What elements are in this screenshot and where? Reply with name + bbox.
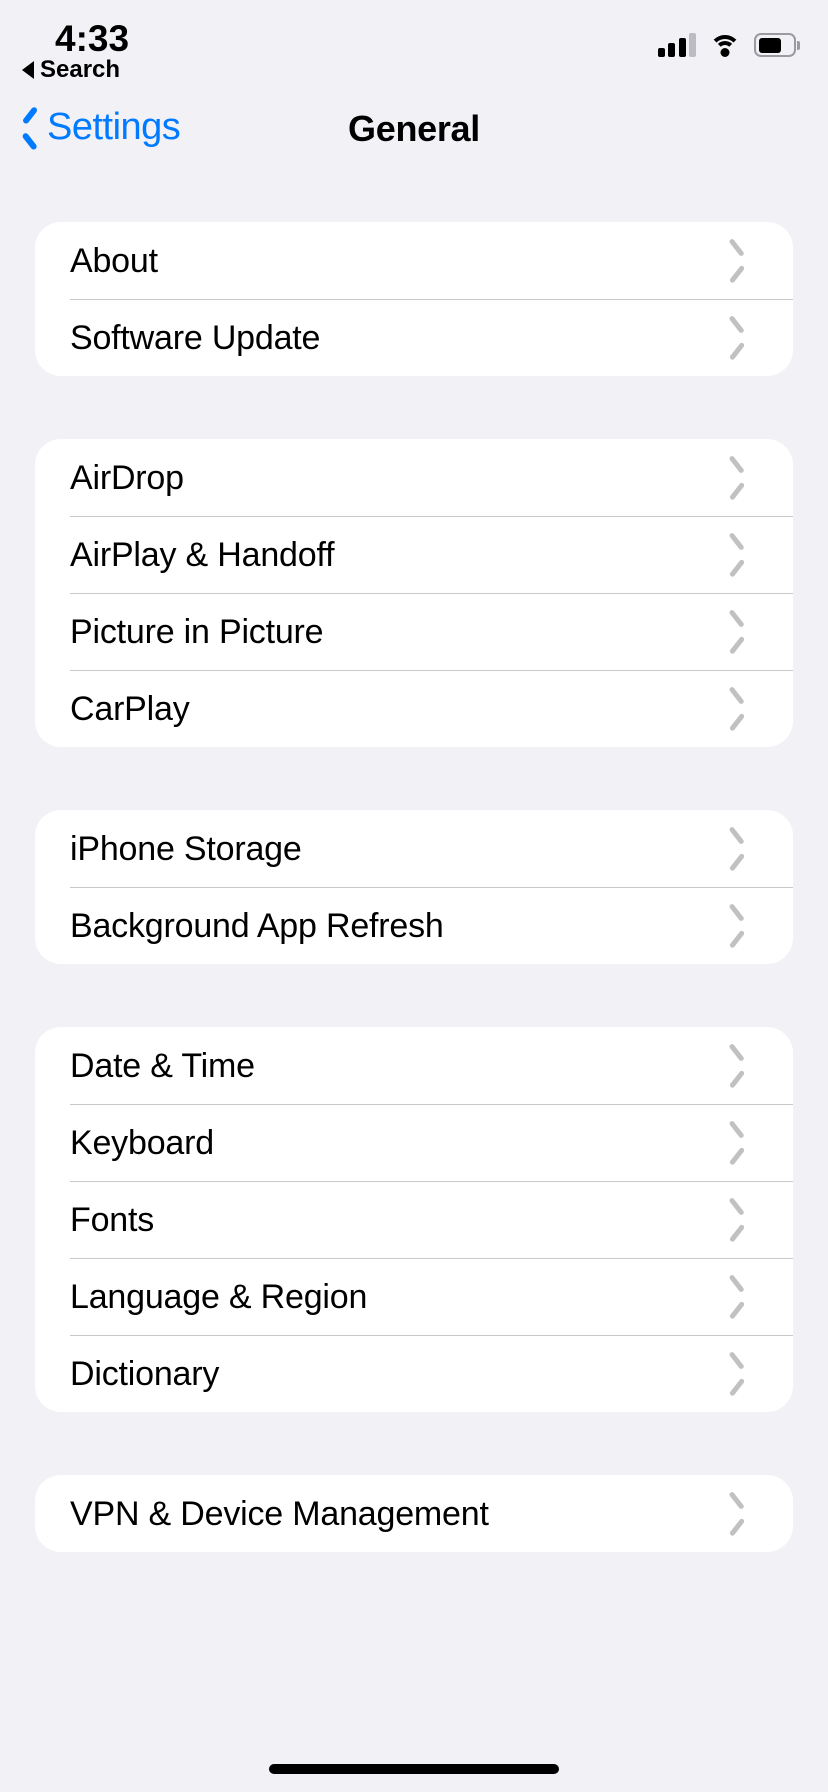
chevron-right-icon [727,1282,745,1312]
battery-icon [754,33,800,57]
row-label: Date & Time [70,1046,255,1085]
page-title: General [348,108,480,149]
row-label: Dictionary [70,1354,220,1393]
row-label: Picture in Picture [70,612,324,651]
chevron-right-icon [727,911,745,941]
return-to-search-label: Search [40,56,121,83]
settings-group-3: iPhone Storage Background App Refresh [35,810,793,964]
sidebar-item-picture-in-picture[interactable]: Picture in Picture [35,593,793,670]
sidebar-item-carplay[interactable]: CarPlay [35,670,793,747]
back-triangle-icon [22,61,34,79]
row-label: Software Update [70,318,321,357]
row-label: iPhone Storage [70,829,302,868]
cellular-signal-icon [657,33,696,57]
settings-list: About Software Update AirDrop AirPlay & … [0,170,828,1552]
chevron-right-icon [727,246,745,276]
navigation-bar: Settings General [0,92,828,170]
sidebar-item-iphone-storage[interactable]: iPhone Storage [35,810,793,887]
chevron-right-icon [727,834,745,864]
sidebar-item-language-region[interactable]: Language & Region [35,1258,793,1335]
sidebar-item-vpn-device-management[interactable]: VPN & Device Management [35,1475,793,1552]
sidebar-item-background-app-refresh[interactable]: Background App Refresh [35,887,793,964]
wifi-icon [709,33,741,57]
chevron-right-icon [727,463,745,493]
sidebar-item-about[interactable]: About [35,222,793,299]
chevron-right-icon [727,617,745,647]
row-label: Keyboard [70,1123,214,1162]
chevron-right-icon [727,540,745,570]
row-label: VPN & Device Management [70,1494,489,1533]
sidebar-item-dictionary[interactable]: Dictionary [35,1335,793,1412]
row-label: AirDrop [70,458,184,497]
sidebar-item-date-time[interactable]: Date & Time [35,1027,793,1104]
row-label: CarPlay [70,689,190,728]
settings-general-screen: 4:33 Search Settings General About Softw… [0,0,828,1792]
chevron-right-icon [727,1359,745,1389]
settings-group-2: AirDrop AirPlay & Handoff Picture in Pic… [35,439,793,747]
row-label: Language & Region [70,1277,368,1316]
chevron-right-icon [727,1499,745,1529]
chevron-right-icon [727,694,745,724]
settings-group-4: Date & Time Keyboard Fonts Language & Re… [35,1027,793,1412]
sidebar-item-airdrop[interactable]: AirDrop [35,439,793,516]
sidebar-item-software-update[interactable]: Software Update [35,299,793,376]
status-bar: 4:33 Search [0,0,828,92]
row-label: Fonts [70,1200,155,1239]
chevron-right-icon [727,1128,745,1158]
chevron-right-icon [727,1205,745,1235]
sidebar-item-keyboard[interactable]: Keyboard [35,1104,793,1181]
home-indicator[interactable] [269,1764,559,1774]
row-label: AirPlay & Handoff [70,535,335,574]
status-bar-clock: 4:33 [55,18,130,59]
settings-group-1: About Software Update [35,222,793,376]
sidebar-item-airplay-handoff[interactable]: AirPlay & Handoff [35,516,793,593]
status-bar-indicators [657,28,800,62]
return-to-search-button[interactable]: Search [22,56,120,84]
chevron-right-icon [727,1051,745,1081]
row-label: About [70,241,158,280]
chevron-right-icon [727,323,745,353]
list-top-spacer [0,170,828,222]
sidebar-item-fonts[interactable]: Fonts [35,1181,793,1258]
row-label: Background App Refresh [70,906,444,945]
settings-group-5: VPN & Device Management [35,1475,793,1552]
